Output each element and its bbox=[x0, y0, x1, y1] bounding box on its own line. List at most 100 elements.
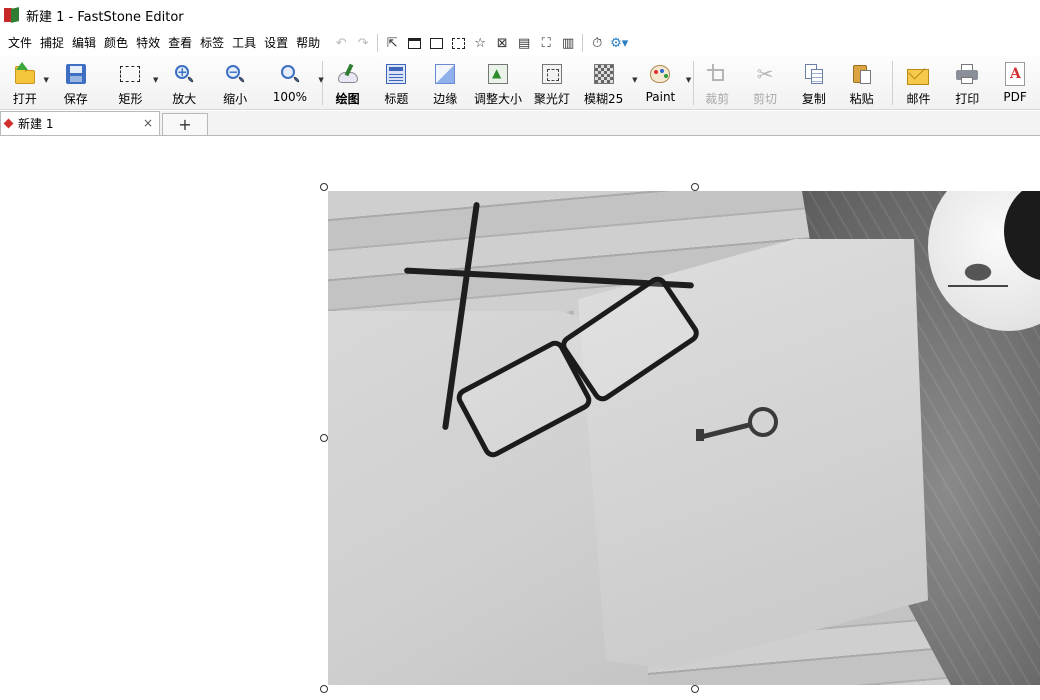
editor-canvas[interactable] bbox=[0, 137, 1040, 700]
title-bar: 新建 1 - FastStone Editor bbox=[0, 0, 1040, 30]
menu-view[interactable]: 查看 bbox=[164, 32, 196, 54]
image-content[interactable] bbox=[328, 191, 1040, 685]
resize-handle-middle-left[interactable] bbox=[320, 434, 328, 442]
caption-label: 标题 bbox=[384, 92, 409, 106]
tab-label: 新建 1 bbox=[18, 117, 54, 131]
spotlight-button[interactable]: 聚光灯 bbox=[526, 56, 578, 108]
draw-palette-icon bbox=[337, 63, 358, 84]
paint-palette-icon bbox=[650, 65, 671, 83]
unsaved-diamond-icon bbox=[3, 118, 14, 129]
menu-capture[interactable]: 捕捉 bbox=[36, 32, 68, 54]
edge-button[interactable]: 边缘 bbox=[420, 56, 470, 108]
menu-file[interactable]: 文件 bbox=[4, 32, 36, 54]
pdf-button[interactable]: PDF bbox=[990, 56, 1040, 108]
menu-tools[interactable]: 工具 bbox=[228, 32, 260, 54]
menu-edit[interactable]: 编辑 bbox=[68, 32, 100, 54]
paint-dropdown-arrow-icon[interactable]: ▼ bbox=[686, 76, 691, 84]
paste-clipboard-icon bbox=[852, 63, 872, 85]
print-label: 打印 bbox=[955, 92, 980, 106]
resize-handle-bottom-middle[interactable] bbox=[691, 685, 699, 693]
redo-icon[interactable]: ↷ bbox=[352, 33, 374, 53]
cut-button[interactable]: ✂ 剪切 bbox=[740, 56, 790, 108]
blur-label: 模糊25 bbox=[583, 92, 624, 106]
resize-button[interactable]: 调整大小 bbox=[470, 56, 526, 108]
tab-close-icon[interactable]: × bbox=[143, 116, 153, 130]
rectangle-select-button[interactable]: 矩形 ▼ bbox=[105, 56, 158, 108]
zoom-out-label: 缩小 bbox=[223, 92, 248, 106]
spotlight-icon bbox=[541, 64, 562, 84]
capture-scrolling-icon[interactable]: ▤ bbox=[513, 33, 535, 53]
caption-button[interactable]: 标题 bbox=[373, 56, 421, 108]
menu-separator bbox=[582, 34, 584, 52]
caption-icon bbox=[386, 64, 407, 84]
resize-image-icon bbox=[488, 64, 509, 84]
new-tab-button[interactable]: + bbox=[162, 113, 208, 135]
menu-settings[interactable]: 设置 bbox=[260, 32, 292, 54]
resize-label: 调整大小 bbox=[474, 92, 523, 106]
email-label: 邮件 bbox=[906, 92, 931, 106]
screen-recorder-icon[interactable]: ▥ bbox=[557, 33, 579, 53]
email-button[interactable]: 邮件 bbox=[893, 56, 945, 108]
menu-color[interactable]: 颜色 bbox=[100, 32, 132, 54]
save-button[interactable]: 保存 bbox=[47, 56, 105, 108]
rectangle-select-icon bbox=[120, 66, 141, 82]
menu-separator bbox=[377, 34, 379, 52]
quick-capture-toolbar: ↶ ↷ ⇱ ☆ ⊠ ▤ ⛶ ▥ ⏱ ⚙▾ bbox=[330, 33, 630, 53]
print-button[interactable]: 打印 bbox=[944, 56, 990, 108]
spotlight-label: 聚光灯 bbox=[533, 92, 570, 106]
capture-rectangle-icon[interactable] bbox=[447, 33, 469, 53]
resize-handle-top-middle[interactable] bbox=[691, 183, 699, 191]
pdf-file-icon bbox=[1005, 62, 1026, 86]
paste-label: 粘贴 bbox=[849, 92, 874, 106]
save-floppy-icon bbox=[65, 64, 86, 84]
save-label: 保存 bbox=[63, 92, 88, 106]
capture-freehand-icon[interactable]: ☆ bbox=[469, 33, 491, 53]
open-label: 打开 bbox=[12, 92, 37, 106]
zoom-level-button[interactable]: 100% ▼ bbox=[258, 56, 324, 108]
pdf-label: PDF bbox=[1003, 90, 1027, 104]
capture-object-icon[interactable] bbox=[425, 33, 447, 53]
resize-handle-bottom-left[interactable] bbox=[320, 685, 328, 693]
copy-button[interactable]: 复制 bbox=[790, 56, 838, 108]
menu-tabs[interactable]: 标签 bbox=[196, 32, 228, 54]
rect-label: 矩形 bbox=[118, 92, 143, 106]
settings-gear-icon[interactable]: ⚙▾ bbox=[608, 33, 630, 53]
menu-help[interactable]: 帮助 bbox=[292, 32, 324, 54]
capture-fixed-region-icon[interactable]: ⛶ bbox=[535, 33, 557, 53]
blur-button[interactable]: 模糊25 ▼ bbox=[578, 56, 638, 108]
blur-mosaic-icon bbox=[593, 64, 614, 84]
capture-fullscreen-icon[interactable]: ⊠ bbox=[491, 33, 513, 53]
zoom-out-button[interactable]: − 缩小 bbox=[212, 56, 258, 108]
zoom-in-button[interactable]: + 放大 bbox=[156, 56, 212, 108]
delay-timer-icon[interactable]: ⏱ bbox=[586, 33, 608, 53]
tab-document-1[interactable]: 新建 1 × bbox=[0, 111, 160, 135]
zoom-actual-size-icon bbox=[280, 65, 300, 84]
edge-label: 边缘 bbox=[433, 92, 458, 106]
cut-label: 剪切 bbox=[753, 92, 778, 106]
faststone-app-icon bbox=[4, 7, 20, 23]
zoom-level-label: 100% bbox=[272, 90, 308, 104]
window-title: 新建 1 - FastStone Editor bbox=[26, 9, 184, 25]
scissors-icon: ✂ bbox=[756, 62, 774, 86]
document-tab-bar: 新建 1 × + bbox=[0, 111, 1040, 136]
resize-handle-top-left[interactable] bbox=[320, 183, 328, 191]
paint-label: Paint bbox=[645, 90, 676, 104]
draw-button[interactable]: 绘图 bbox=[323, 56, 373, 108]
copy-label: 复制 bbox=[801, 92, 826, 106]
copy-icon bbox=[804, 63, 824, 85]
open-button[interactable]: 打开 ▼ bbox=[3, 56, 49, 108]
zoom-out-icon: − bbox=[226, 65, 246, 84]
mug-cow-print bbox=[948, 253, 1008, 287]
draw-label: 绘图 bbox=[335, 92, 360, 106]
paste-button[interactable]: 粘贴 bbox=[838, 56, 886, 108]
crop-icon bbox=[707, 64, 727, 84]
zoom-in-icon: + bbox=[175, 65, 195, 84]
crop-button[interactable]: 裁剪 bbox=[694, 56, 740, 108]
capture-window-icon[interactable] bbox=[403, 33, 425, 53]
undo-icon[interactable]: ↶ bbox=[330, 33, 352, 53]
menu-effects[interactable]: 特效 bbox=[132, 32, 164, 54]
open-file-icon[interactable]: ⇱ bbox=[381, 33, 403, 53]
printer-icon bbox=[956, 64, 979, 84]
menu-bar: 文件 捕捉 编辑 颜色 特效 查看 标签 工具 设置 帮助 ↶ ↷ ⇱ ☆ ⊠ … bbox=[0, 31, 1040, 55]
paint-button[interactable]: Paint ▼ bbox=[636, 56, 691, 108]
